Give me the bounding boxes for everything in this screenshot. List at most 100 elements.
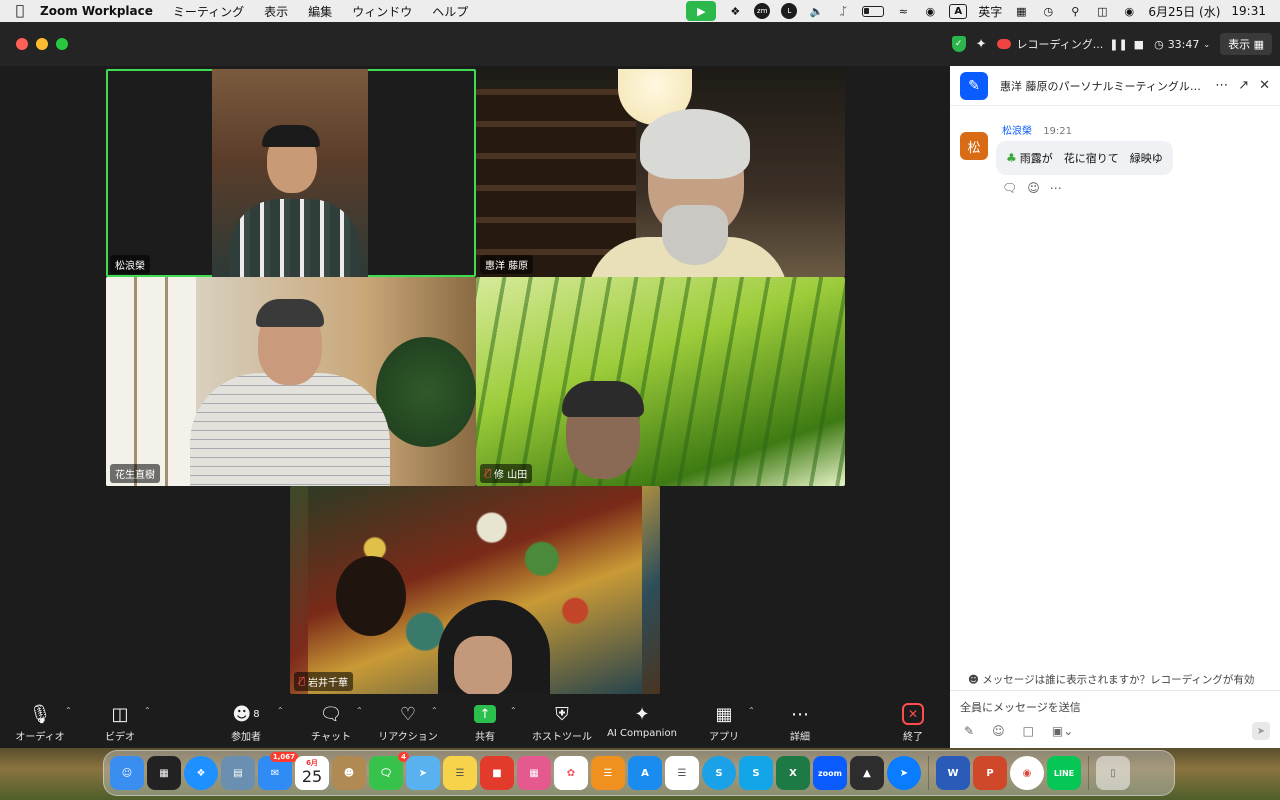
- ai-companion-button[interactable]: ✦ AI Companion: [602, 701, 682, 740]
- participant-tile-4[interactable]: 🎙̸ 修 山田: [476, 277, 845, 486]
- app-grid-icon[interactable]: ▦: [517, 756, 551, 790]
- minimize-window-button[interactable]: [36, 38, 48, 50]
- video-options-caret-icon[interactable]: ⌃: [144, 706, 151, 715]
- details-button[interactable]: ⋯ 詳細: [760, 701, 840, 744]
- notes-icon[interactable]: ☰: [443, 756, 477, 790]
- participant-tile-2[interactable]: 惠洋 藤原: [476, 69, 845, 277]
- google-drive-icon[interactable]: ▲: [850, 756, 884, 790]
- end-meeting-button[interactable]: ✕ 終了: [873, 701, 953, 743]
- more-actions-icon[interactable]: ⋯: [1050, 181, 1062, 195]
- participants-icon-wrap: ☻ 8: [232, 701, 259, 727]
- menu-view[interactable]: 表示: [264, 3, 288, 20]
- skype-icon[interactable]: S: [702, 756, 736, 790]
- user-icon[interactable]: ◉: [922, 3, 938, 19]
- privacy-notice[interactable]: ☻ メッセージは誰に表示されますか？レコーディングが有効: [950, 672, 1280, 687]
- share-options-caret-icon[interactable]: ⌃: [510, 706, 517, 715]
- more-options-icon[interactable]: ⋯: [1215, 78, 1228, 93]
- app-store-icon[interactable]: A: [628, 756, 662, 790]
- send-button[interactable]: ➤: [1252, 722, 1270, 740]
- bluetooth-icon[interactable]: ᛢ: [835, 3, 851, 19]
- books-icon[interactable]: ☰: [591, 756, 625, 790]
- powerpoint-icon[interactable]: P: [973, 756, 1007, 790]
- excel-icon[interactable]: X: [776, 756, 810, 790]
- virtual-background: [476, 277, 845, 486]
- recording-indicator[interactable]: レコーディング... ❚❚ ■: [996, 36, 1144, 52]
- screenshot-icon[interactable]: ▣⌄: [1052, 724, 1073, 738]
- menubar-clock[interactable]: 19:31: [1231, 4, 1266, 18]
- line-icon[interactable]: LINE: [1047, 756, 1081, 790]
- siri-icon[interactable]: ◉: [1121, 3, 1137, 19]
- emoji-icon[interactable]: ☺: [992, 724, 1005, 738]
- zoom-camera-status-icon[interactable]: ▶: [686, 1, 717, 21]
- format-text-icon[interactable]: ✎: [964, 724, 974, 738]
- wifi-icon[interactable]: ≈: [895, 3, 911, 19]
- dropbox-icon[interactable]: ❖: [727, 3, 743, 19]
- safari-icon[interactable]: ❖: [184, 756, 218, 790]
- pop-out-icon[interactable]: ↗: [1238, 78, 1249, 93]
- volume-icon[interactable]: 🔈: [808, 3, 824, 19]
- photos-icon[interactable]: ✿: [554, 756, 588, 790]
- close-icon[interactable]: ✕: [1259, 78, 1270, 93]
- menu-help[interactable]: ヘルプ: [432, 3, 468, 20]
- menu-meeting[interactable]: ミーティング: [173, 3, 244, 20]
- apps-label: アプリ: [709, 732, 739, 743]
- zoom-menu-icon[interactable]: zm: [754, 3, 771, 19]
- meeting-timer[interactable]: ◷ 33:47 ⌄: [1154, 38, 1210, 51]
- participant-tile-1[interactable]: 松浪榮: [106, 69, 476, 277]
- contacts-icon[interactable]: ☻: [332, 756, 366, 790]
- participant-tile-3[interactable]: 花生直樹: [106, 277, 476, 486]
- menu-window[interactable]: ウィンドウ: [352, 3, 412, 20]
- pause-recording-icon[interactable]: ❚❚: [1109, 38, 1127, 51]
- view-button[interactable]: 表示 ▦: [1220, 33, 1272, 55]
- photo-booth-icon[interactable]: ■: [480, 756, 514, 790]
- encryption-shield-icon[interactable]: ✓: [951, 36, 966, 52]
- zoom-app-icon[interactable]: zoom: [813, 756, 847, 790]
- participants-button[interactable]: ☻ 8 参加者: [206, 701, 286, 744]
- end-icon-wrap: ✕: [902, 701, 924, 727]
- word-icon[interactable]: W: [936, 756, 970, 790]
- ai-sparkle-icon[interactable]: ✦: [976, 37, 987, 52]
- battery-icon[interactable]: [862, 5, 885, 17]
- close-window-button[interactable]: [16, 38, 28, 50]
- participants-options-caret-icon[interactable]: ⌃: [277, 706, 284, 715]
- add-reaction-icon[interactable]: ☺: [1027, 181, 1040, 195]
- control-center-icon[interactable]: ◫: [1094, 3, 1110, 19]
- compose-edit-icon[interactable]: ✎: [960, 71, 988, 100]
- app-menu[interactable]: Zoom Workplace: [40, 4, 153, 18]
- spotlight-search-icon[interactable]: ⚲: [1067, 3, 1083, 19]
- reactions-options-caret-icon[interactable]: ⌃: [431, 706, 438, 715]
- participant-tile-5[interactable]: 🎙̸ 岩井千華: [290, 486, 660, 694]
- menubar-date[interactable]: 6月25日 (水): [1148, 3, 1220, 20]
- trash-icon[interactable]: ▯: [1096, 756, 1130, 790]
- maps-icon[interactable]: ➤: [406, 756, 440, 790]
- reminders-icon[interactable]: ☰: [665, 756, 699, 790]
- chrome-icon[interactable]: ◉: [1010, 756, 1044, 790]
- finder-icon[interactable]: ☺: [110, 756, 144, 790]
- input-mode-label[interactable]: 英字: [978, 3, 1002, 20]
- messages-icon[interactable]: 🗨 4: [369, 752, 409, 790]
- message-bubble[interactable]: ♣ 雨露が 花に宿りて 緑映ゆ: [996, 141, 1173, 175]
- reply-icon[interactable]: 🗨: [1002, 181, 1017, 195]
- dock-separator: [928, 756, 929, 790]
- message-input[interactable]: 全員にメッセージを送信: [960, 699, 1081, 715]
- launchpad-icon[interactable]: ▦: [147, 756, 181, 790]
- fullscreen-window-button[interactable]: [56, 38, 68, 50]
- audio-options-caret-icon[interactable]: ⌃: [65, 706, 72, 715]
- input-source-icon[interactable]: A: [949, 3, 968, 19]
- menu-edit[interactable]: 編集: [308, 3, 332, 20]
- host-tools-button[interactable]: ⛨ ホストツール: [522, 701, 602, 744]
- skype-business-icon[interactable]: S: [739, 756, 773, 790]
- calendar-icon[interactable]: 6月 25: [295, 756, 329, 790]
- time-machine-icon[interactable]: ◷: [1040, 3, 1056, 19]
- apple-menu-icon[interactable]: : [0, 3, 40, 19]
- line-menu-icon[interactable]: L: [781, 3, 798, 19]
- stop-recording-icon[interactable]: ■: [1134, 38, 1144, 51]
- keyboard-icon[interactable]: ▦: [1013, 3, 1029, 19]
- chat-options-caret-icon[interactable]: ⌃: [356, 706, 363, 715]
- preview-icon[interactable]: ▤: [221, 756, 255, 790]
- mail-icon[interactable]: ✉ 1,067: [258, 752, 298, 790]
- messenger-icon[interactable]: ➤: [887, 756, 921, 790]
- attach-file-icon[interactable]: □: [1023, 724, 1034, 738]
- message-sender[interactable]: 松浪榮: [1002, 126, 1032, 137]
- apps-options-caret-icon[interactable]: ⌃: [748, 706, 755, 715]
